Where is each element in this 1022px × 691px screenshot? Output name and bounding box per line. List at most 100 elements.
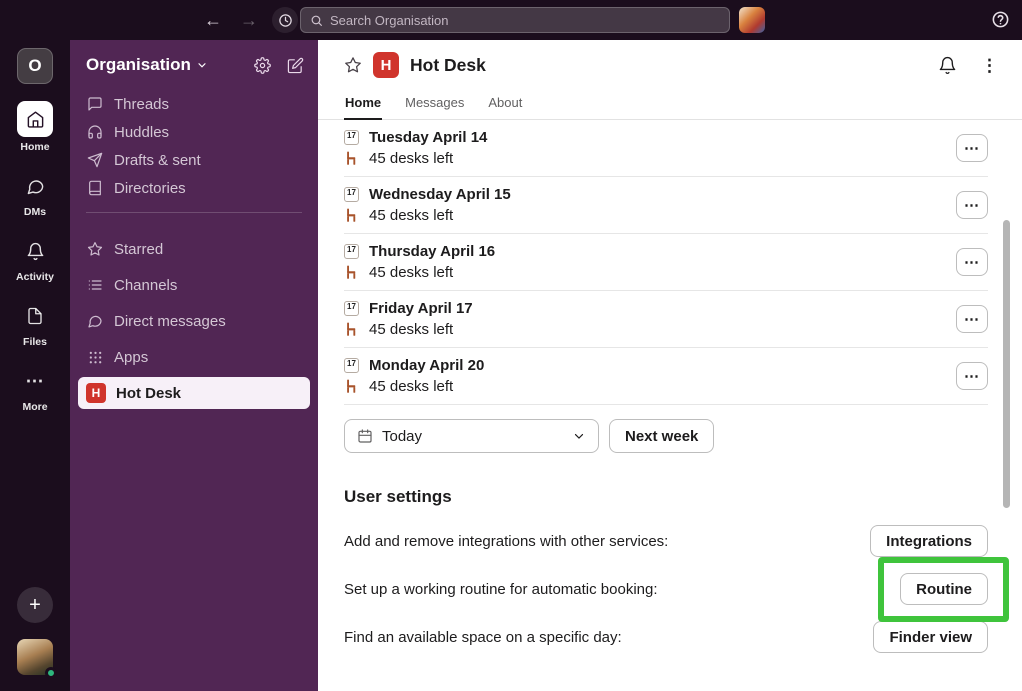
search-input[interactable] <box>330 13 720 28</box>
row-icons: 17 <box>344 184 369 226</box>
desks-left: 45 desks left <box>369 148 487 169</box>
sidebar-item-directories[interactable]: Directories <box>70 174 318 202</box>
workspace-menu-button[interactable]: Organisation <box>86 55 208 75</box>
calendar-icon <box>357 428 373 444</box>
kebab-glyph: ⋯ <box>964 310 980 328</box>
row-icons: 17 <box>344 355 369 397</box>
date-select-dropdown[interactable]: Today <box>344 419 599 453</box>
search-icon <box>310 14 323 27</box>
app-initial: H <box>381 57 392 74</box>
calendar-emoji-icon: 17 <box>344 130 359 145</box>
forward-arrow-glyph: → <box>240 10 258 30</box>
routine-button[interactable]: Routine <box>900 573 988 605</box>
message-bubble-icon <box>86 313 104 329</box>
row-menu-button[interactable]: ⋯ <box>956 191 988 219</box>
chevron-down-icon <box>572 429 586 443</box>
tab-about[interactable]: About <box>487 90 523 119</box>
rail-item-more[interactable]: ⋯ More <box>17 365 53 413</box>
sidebar-actions <box>254 57 304 74</box>
date-controls: Today Next week <box>318 405 1022 453</box>
sidebar-item-channels[interactable]: Channels <box>70 267 318 303</box>
row-icons: 17 <box>344 241 369 283</box>
rail-item-activity[interactable]: Activity <box>16 235 54 283</box>
sidebar-divider <box>86 212 302 213</box>
rail-item-home[interactable]: Home <box>17 101 53 153</box>
finder-view-button[interactable]: Finder view <box>873 621 988 653</box>
history-clock-icon[interactable] <box>272 7 298 33</box>
create-new-button[interactable]: + <box>17 587 53 623</box>
slack-app-window: ← → O Home DMs <box>0 0 1022 691</box>
sidebar-nav-list: Threads Huddles Drafts & sent Directorie… <box>70 84 318 202</box>
row-menu-button[interactable]: ⋯ <box>956 134 988 162</box>
kebab-glyph: ⋯ <box>964 139 980 157</box>
rail-label-dms: DMs <box>24 206 46 218</box>
search-bar[interactable] <box>300 7 730 33</box>
sidebar-item-label: Drafts & sent <box>114 152 201 169</box>
workspace-rail: O Home DMs Activity Files ⋯ <box>0 40 70 691</box>
integrations-button[interactable]: Integrations <box>870 525 988 557</box>
sidebar-section-list: Starred Channels Direct messages Apps <box>70 223 318 409</box>
user-settings-heading: User settings <box>344 487 988 507</box>
desk-day-list: 17 Tuesday April 14 45 desks left ⋯ 17 W… <box>318 120 1022 405</box>
sidebar-item-label: Starred <box>114 241 163 258</box>
back-arrow-icon[interactable]: ← <box>200 9 226 31</box>
user-avatar[interactable] <box>17 639 53 675</box>
sidebar-item-label: Threads <box>114 96 169 113</box>
favorite-star-icon[interactable] <box>344 56 362 74</box>
sidebar-item-huddles[interactable]: Huddles <box>70 118 318 146</box>
rail-bottom: + <box>17 587 53 675</box>
sidebar: Organisation Threads <box>70 40 318 691</box>
tab-bar: Home Messages About <box>318 90 1022 120</box>
compose-icon[interactable] <box>287 57 304 74</box>
rail-label-home: Home <box>20 141 49 153</box>
channels-list-icon <box>86 277 104 293</box>
setting-row-finder: Find an available space on a specific da… <box>344 621 988 653</box>
chair-emoji-icon <box>344 265 359 280</box>
row-text: Wednesday April 15 45 desks left <box>369 184 511 226</box>
day-title: Friday April 17 <box>369 298 473 319</box>
sidebar-item-threads[interactable]: Threads <box>70 90 318 118</box>
row-menu-button[interactable]: ⋯ <box>956 248 988 276</box>
chevron-down-icon <box>196 59 208 71</box>
files-icon <box>17 300 53 332</box>
topbar-user-avatar[interactable] <box>739 7 765 33</box>
kebab-glyph: ⋯ <box>964 196 980 214</box>
hot-desk-initial: H <box>92 386 101 400</box>
settings-gear-icon[interactable] <box>254 57 271 74</box>
forward-arrow-icon[interactable]: → <box>236 9 262 31</box>
row-menu-button[interactable]: ⋯ <box>956 362 988 390</box>
sidebar-item-direct-messages[interactable]: Direct messages <box>70 303 318 339</box>
desk-day-row: 17 Friday April 17 45 desks left ⋯ <box>344 291 988 348</box>
apps-grid-icon <box>86 350 104 365</box>
rail-item-dms[interactable]: DMs <box>17 170 53 218</box>
tab-home[interactable]: Home <box>344 90 382 119</box>
page-title: Hot Desk <box>410 55 486 76</box>
row-text: Tuesday April 14 45 desks left <box>369 127 487 169</box>
calendar-emoji-icon: 17 <box>344 358 359 373</box>
main-panel: H Hot Desk ⋮ Home Messages About 17 T <box>318 40 1022 691</box>
kebab-glyph: ⋯ <box>964 253 980 271</box>
setting-label: Find an available space on a specific da… <box>344 629 622 646</box>
day-title: Wednesday April 15 <box>369 184 511 205</box>
rail-item-files[interactable]: Files <box>17 300 53 348</box>
help-icon[interactable] <box>991 10 1010 32</box>
user-settings-section: User settings Add and remove integration… <box>318 453 1022 653</box>
more-options-icon[interactable]: ⋮ <box>981 57 998 74</box>
rail-label-activity: Activity <box>16 271 54 283</box>
scrollbar-thumb[interactable] <box>1003 220 1010 508</box>
sidebar-item-starred[interactable]: Starred <box>70 231 318 267</box>
kebab-glyph: ⋮ <box>981 57 998 74</box>
kebab-glyph: ⋯ <box>964 367 980 385</box>
sidebar-item-drafts-sent[interactable]: Drafts & sent <box>70 146 318 174</box>
next-week-button[interactable]: Next week <box>609 419 714 453</box>
row-menu-button[interactable]: ⋯ <box>956 305 988 333</box>
more-icon: ⋯ <box>17 365 53 397</box>
sidebar-item-label: Channels <box>114 277 177 294</box>
sidebar-item-label: Direct messages <box>114 313 226 330</box>
tab-messages[interactable]: Messages <box>404 90 465 119</box>
notifications-bell-icon[interactable] <box>938 56 957 75</box>
sidebar-item-apps[interactable]: Apps <box>70 339 318 375</box>
threads-icon <box>86 96 104 112</box>
workspace-switcher[interactable]: O <box>17 48 53 84</box>
sidebar-item-hot-desk[interactable]: H Hot Desk <box>78 377 310 409</box>
